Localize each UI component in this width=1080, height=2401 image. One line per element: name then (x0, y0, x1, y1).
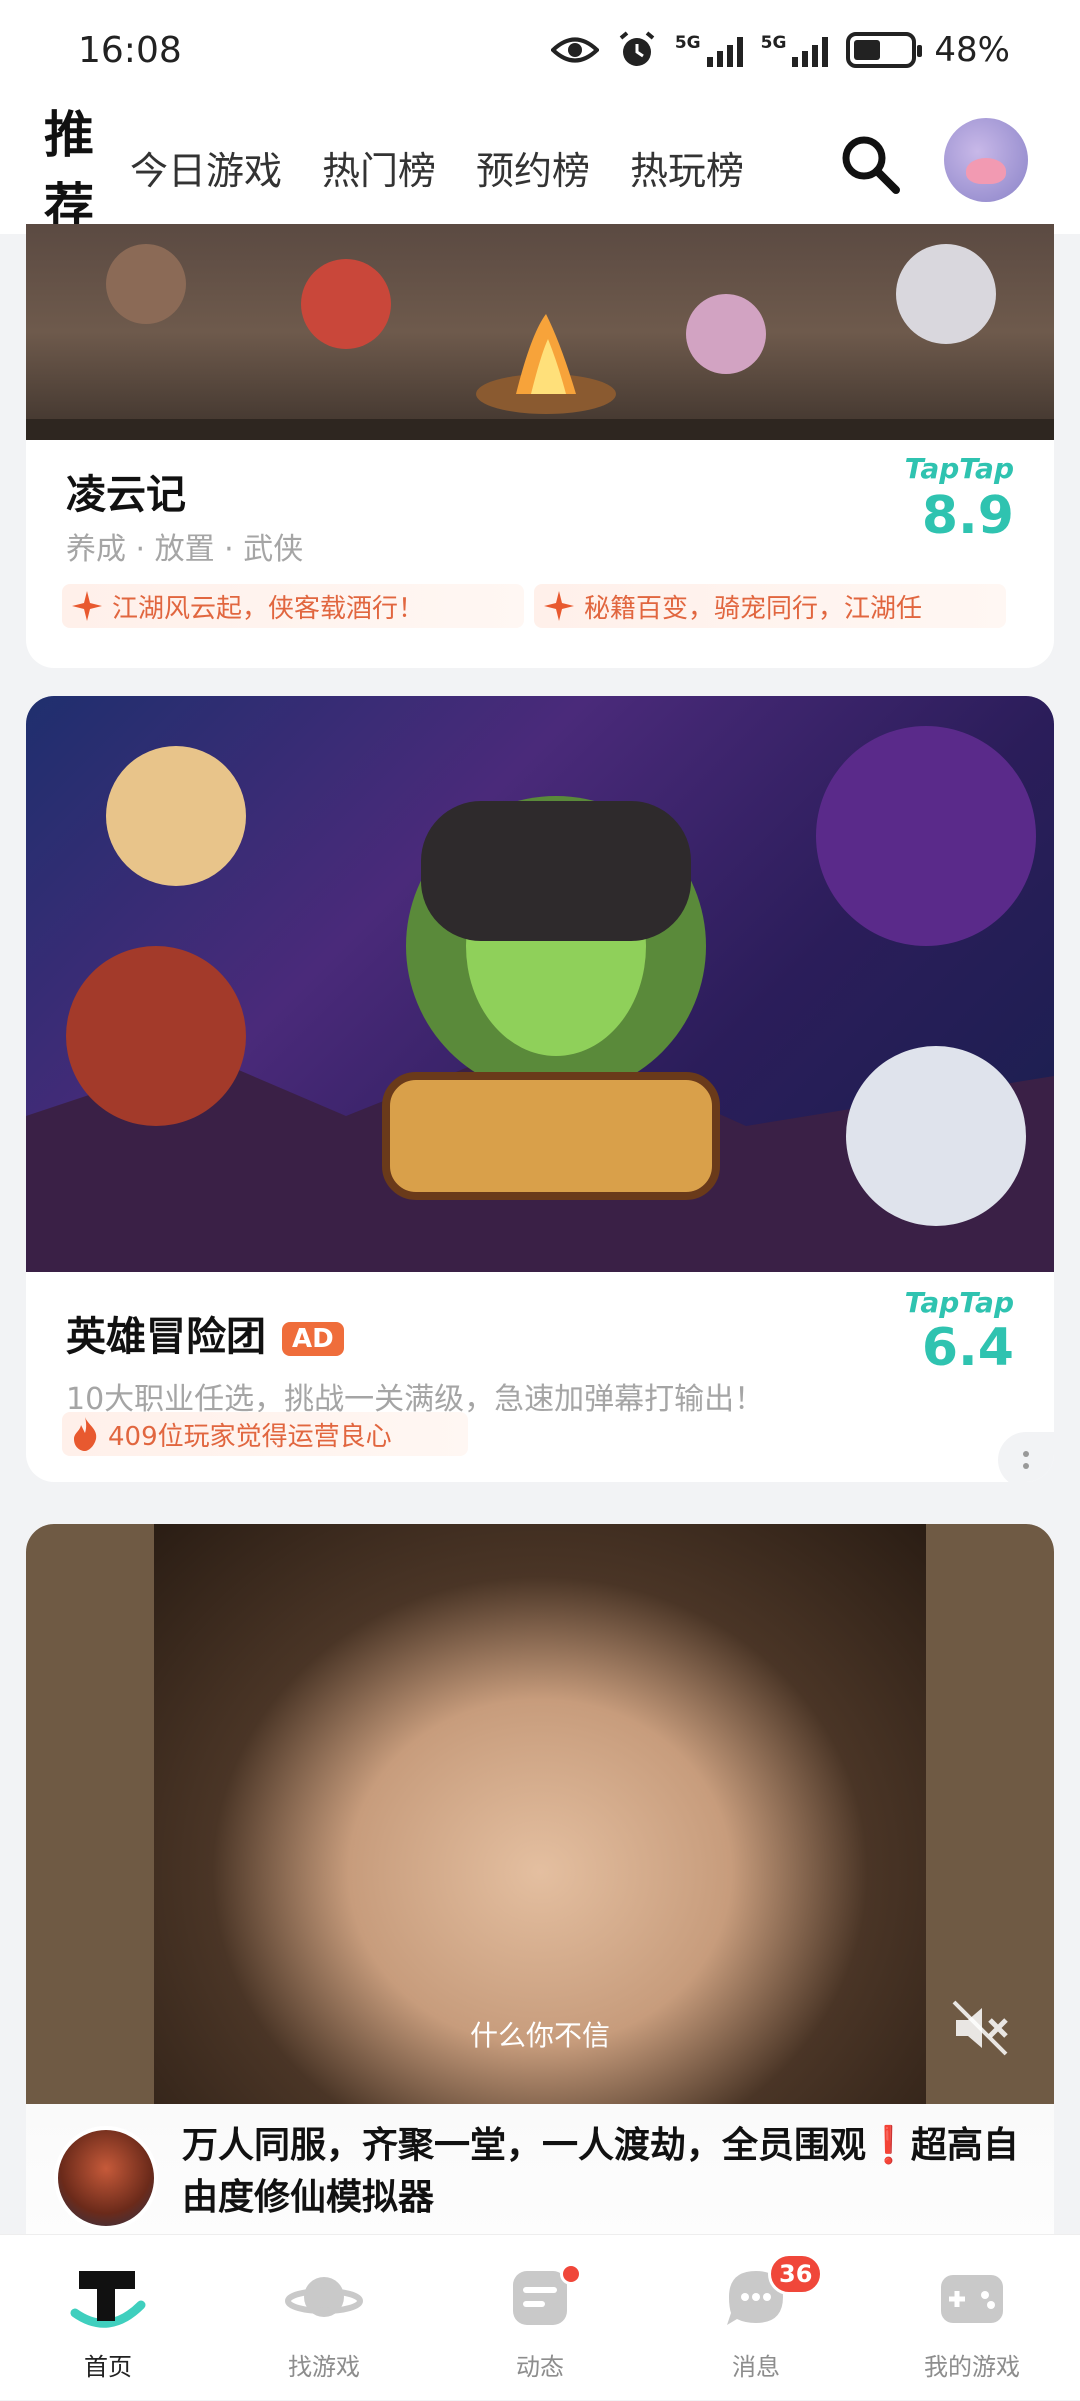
mute-icon[interactable] (948, 1996, 1012, 2060)
user-avatar[interactable] (944, 118, 1028, 202)
game-score: 8.9 (921, 486, 1014, 546)
battery-text: 48% (934, 30, 1010, 70)
nav-label: 找游戏 (288, 2353, 360, 2381)
nav-label: 我的游戏 (924, 2353, 1020, 2381)
video-description: 万人同服，齐聚一堂，一人渡劫，全员围观❗超高自由度修仙模拟器 (182, 2125, 1019, 2218)
video-card[interactable]: 什么你不信 万人同服，齐聚一堂，一人渡劫，全员围观❗超高自由度修仙模拟器 (26, 1524, 1054, 2324)
game-card-ad[interactable]: 英雄冒险团 AD 10大职业任选，挑战一关满级，急速加弹幕打输出！ TapTap … (26, 696, 1054, 1482)
tab-recommend[interactable]: 推荐 (44, 95, 100, 239)
video-caption: 什么你不信 (469, 2019, 610, 2052)
tab-reserve[interactable]: 预约榜 (476, 140, 590, 195)
tab-hotplay[interactable]: 热玩榜 (630, 140, 744, 195)
battery-level (854, 40, 881, 60)
game-tag: 409位玩家觉得运营良心 (62, 1412, 468, 1456)
nav-home[interactable]: 首页 (0, 2235, 216, 2401)
notification-dot (560, 2263, 582, 2285)
top-tabs: 推荐 今日游戏 热门榜 预约榜 热玩榜 (44, 95, 784, 239)
nav-my-games[interactable]: 我的游戏 (864, 2235, 1080, 2401)
tab-hot[interactable]: 热门榜 (322, 140, 436, 195)
taptap-home-icon (69, 2263, 147, 2333)
game-genres: 养成 · 放置 · 武侠 (66, 532, 304, 567)
alarm-icon (619, 31, 655, 66)
planet-icon (285, 2263, 363, 2333)
game-banner-image[interactable] (26, 696, 1054, 1272)
tag-text: 秘籍百变，骑宠同行，江湖任 (584, 593, 923, 624)
tag-text: 409位玩家觉得运营良心 (108, 1421, 392, 1452)
game-avatar[interactable] (54, 2126, 158, 2230)
nav-label: 首页 (84, 2353, 132, 2381)
game-tag: 江湖风云起，侠客载酒行！ (62, 584, 524, 628)
score-brand: TapTap (904, 1286, 1014, 1319)
banner-illustration (26, 726, 1054, 1272)
unread-badge: 36 (768, 2253, 824, 2295)
search-icon[interactable] (836, 130, 906, 200)
game-banner-image[interactable] (26, 224, 1054, 440)
signal-5g-1: 5G (675, 33, 743, 67)
nav-find-games[interactable]: 找游戏 (216, 2235, 432, 2401)
sparkle-icon (544, 591, 574, 621)
nav-messages[interactable]: 36 消息 (648, 2235, 864, 2401)
ad-badge: AD (282, 1322, 344, 1356)
game-tag: 秘籍百变，骑宠同行，江湖任 (534, 584, 1006, 628)
bottom-nav: 首页 找游戏 动态 36 消息 我的游戏 (0, 2234, 1080, 2400)
game-title[interactable]: 英雄冒险团 AD (66, 1304, 344, 1362)
status-time: 16:08 (78, 29, 182, 71)
game-card[interactable]: 凌云记 养成 · 放置 · 武侠 TapTap 8.9 江湖风云起，侠客载酒行！… (26, 224, 1054, 668)
battery-icon (846, 32, 923, 68)
game-title-text: 英雄冒险团 (66, 1314, 266, 1360)
tag-text: 江湖风云起，侠客载酒行！ (112, 593, 425, 624)
video-player[interactable]: 什么你不信 (26, 1524, 1054, 2104)
top-nav: 推荐 今日游戏 热门榜 预约榜 热玩榜 (0, 100, 1080, 237)
gamepad-icon (933, 2263, 1011, 2333)
nav-feed[interactable]: 动态 (432, 2235, 648, 2401)
game-score: 6.4 (921, 1318, 1014, 1378)
sparkle-icon (72, 591, 102, 621)
tabs-fade (760, 100, 820, 234)
status-icons: 5G 5G 48% (550, 30, 1010, 70)
banner-illustration (26, 244, 1054, 440)
score-brand: TapTap (904, 452, 1014, 485)
signal-5g-2: 5G (761, 33, 829, 67)
feed: 凌云记 养成 · 放置 · 武侠 TapTap 8.9 江湖风云起，侠客载酒行！… (0, 224, 1080, 2324)
nav-label: 动态 (516, 2353, 564, 2381)
more-options-button[interactable] (998, 1432, 1054, 1482)
game-title[interactable]: 凌云记 (66, 462, 186, 520)
tab-today[interactable]: 今日游戏 (130, 140, 282, 195)
eye-icon (550, 37, 599, 63)
status-bar: 16:08 5G 5G 48% (0, 0, 1080, 100)
fire-icon (74, 1417, 97, 1451)
nav-label: 消息 (732, 2353, 780, 2381)
